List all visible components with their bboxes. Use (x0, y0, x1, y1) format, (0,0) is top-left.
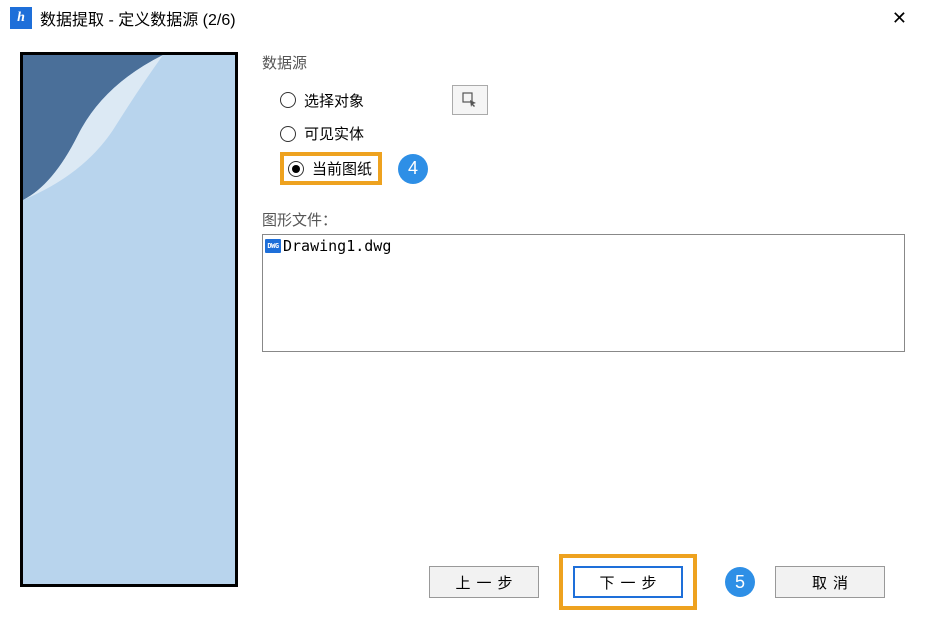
preview-panel (20, 52, 238, 587)
close-icon[interactable]: ✕ (884, 4, 915, 33)
pick-icon (462, 92, 478, 108)
prev-button[interactable]: 上一步 (429, 566, 539, 598)
file-list[interactable]: DWG Drawing1.dwg (262, 234, 905, 352)
radio-current-drawing-label: 当前图纸 (312, 158, 372, 179)
radio-select-objects[interactable] (280, 92, 296, 108)
app-icon: h (10, 7, 32, 29)
list-item[interactable]: DWG Drawing1.dwg (265, 237, 902, 255)
drawing-files-label: 图形文件： (262, 209, 905, 230)
radio-current-drawing[interactable] (288, 161, 304, 177)
highlight-next: 下一步 (559, 554, 697, 610)
file-name: Drawing1.dwg (283, 237, 391, 255)
radio-visible-entities[interactable] (280, 126, 296, 142)
dwg-icon: DWG (265, 239, 281, 253)
radio-visible-entities-label: 可见实体 (304, 123, 364, 144)
window-title: 数据提取 - 定义数据源 (2/6) (40, 6, 236, 30)
radio-select-objects-label: 选择对象 (304, 90, 364, 111)
select-objects-button[interactable] (452, 85, 488, 115)
callout-5: 5 (725, 567, 755, 597)
callout-4: 4 (398, 154, 428, 184)
data-source-label: 数据源 (262, 52, 905, 73)
cancel-button[interactable]: 取消 (775, 566, 885, 598)
page-preview-image (23, 55, 238, 587)
titlebar: h 数据提取 - 定义数据源 (2/6) ✕ (0, 0, 925, 36)
next-button[interactable]: 下一步 (573, 566, 683, 598)
highlight-current-drawing: 当前图纸 (280, 152, 382, 185)
